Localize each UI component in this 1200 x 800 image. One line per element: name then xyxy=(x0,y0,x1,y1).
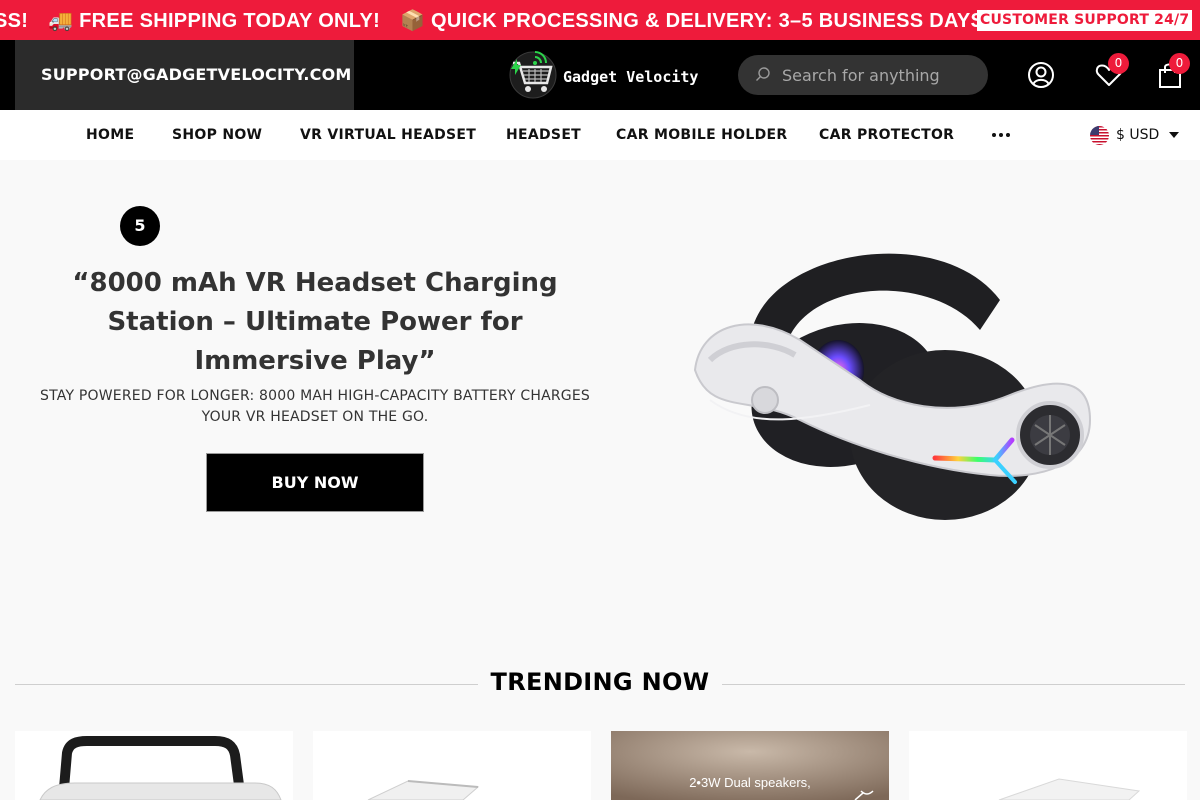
cart-count-badge: 0 xyxy=(1169,53,1190,74)
search-icon xyxy=(756,67,770,81)
support-badge[interactable]: CUSTOMER SUPPORT 24/7 xyxy=(977,10,1193,31)
us-flag-icon xyxy=(1090,125,1109,145)
nav-item-vr-virtual-headset[interactable]: VR VIRTUAL HEADSET xyxy=(300,110,476,160)
product-image xyxy=(313,731,591,800)
nav-item-home[interactable]: HOME xyxy=(86,110,134,160)
currency-selector[interactable]: $ USD xyxy=(1090,124,1180,146)
main-nav: HOME SHOP NOW VR VIRTUAL HEADSET HEADSET… xyxy=(0,110,1200,160)
buy-now-button[interactable]: BUY NOW xyxy=(206,453,424,512)
product-image xyxy=(909,731,1187,800)
hero-subtitle: Stay powered for longer: 8000 mAh high-c… xyxy=(40,388,590,425)
cart-logo-icon xyxy=(509,51,557,99)
site-header: SUPPORT@GADGETVELOCITY.COM Gadget Veloci… xyxy=(0,40,1200,110)
product-card[interactable]: 2•3W Dual speakers, xyxy=(611,731,889,800)
hero-banner: 5 “8000 mAh VR Headset Charging Station … xyxy=(0,160,1200,630)
ticker-item: SS! xyxy=(0,10,29,32)
divider xyxy=(722,684,1185,685)
ticker-item: 🚚 FREE SHIPPING TODAY ONLY! xyxy=(48,10,381,32)
hero-title: “8000 mAh VR Headset Charging Station – … xyxy=(72,268,558,376)
nav-item-car-mobile-holder[interactable]: CAR MOBILE HOLDER xyxy=(616,110,787,160)
nav-item-car-protector[interactable]: CAR PROTECTOR xyxy=(819,110,954,160)
ticker-item: 📦 QUICK PROCESSING & DELIVERY: 3–5 BUSIN… xyxy=(399,10,992,32)
nav-item-shop-now[interactable]: SHOP NOW xyxy=(172,110,262,160)
slide-number-badge: 5 xyxy=(120,206,160,246)
product-card[interactable] xyxy=(909,731,1187,800)
caret-down-icon xyxy=(1169,132,1180,138)
account-icon[interactable] xyxy=(1026,60,1056,90)
announcement-ticker: SS! 🚚 FREE SHIPPING TODAY ONLY! 📦 QUICK … xyxy=(0,8,1005,33)
search-input[interactable] xyxy=(782,65,972,85)
brand-name: Gadget Velocity xyxy=(563,68,699,86)
divider xyxy=(15,684,478,685)
product-card[interactable] xyxy=(313,731,591,800)
product-card[interactable] xyxy=(15,731,293,800)
wishlist-count-badge: 0 xyxy=(1108,53,1129,74)
currency-label: $ USD xyxy=(1116,127,1160,143)
product-image xyxy=(15,731,293,800)
more-icon[interactable] xyxy=(990,130,1012,140)
vr-headset-image[interactable] xyxy=(690,230,1100,530)
product-caption: 2•3W Dual speakers, xyxy=(689,775,811,790)
support-email[interactable]: SUPPORT@GADGETVELOCITY.COM xyxy=(15,40,354,110)
nav-item-headset[interactable]: HEADSET xyxy=(506,110,581,160)
announcement-bar: SS! 🚚 FREE SHIPPING TODAY ONLY! 📦 QUICK … xyxy=(0,0,1200,40)
trending-title: TRENDING NOW xyxy=(490,668,710,696)
search-bar[interactable] xyxy=(738,55,988,95)
site-logo[interactable]: Gadget Velocity xyxy=(505,48,698,100)
